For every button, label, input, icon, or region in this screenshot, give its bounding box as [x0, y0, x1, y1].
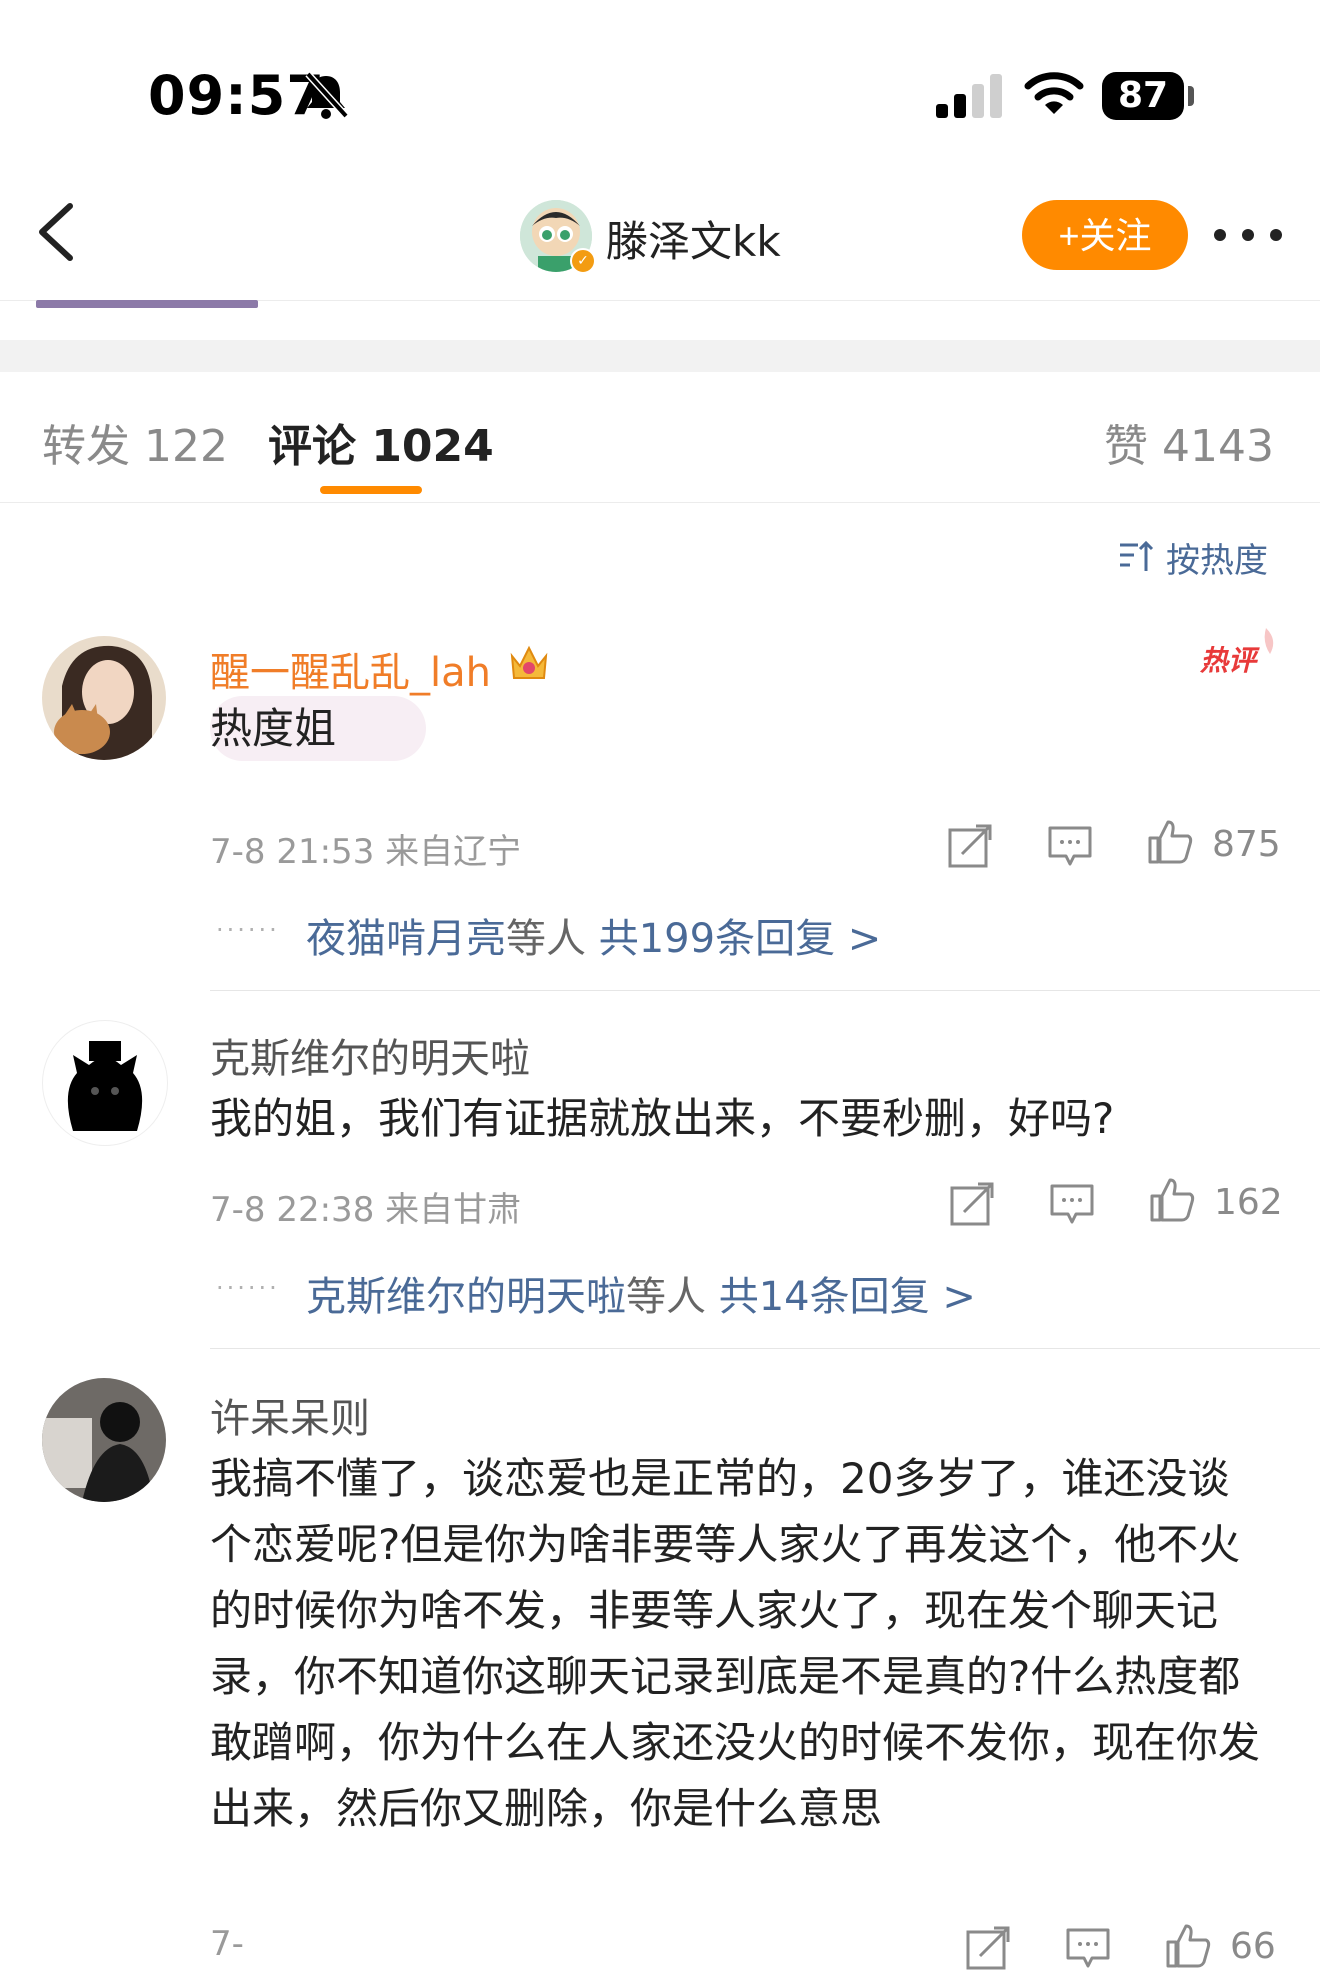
- reply-mid: 等人: [626, 1274, 706, 1320]
- like-count: 66: [1230, 1926, 1276, 1967]
- more-options-icon[interactable]: [1210, 220, 1286, 250]
- repost-icon[interactable]: [964, 1924, 1012, 1972]
- vip-crown-icon: [510, 645, 548, 679]
- author-name[interactable]: 滕泽文kk: [606, 208, 781, 269]
- wifi-icon: [1024, 72, 1084, 114]
- view-replies-link[interactable]: 克斯维尔的明天啦等人 共14条回复 >: [306, 1264, 976, 1322]
- reply-mid: 等人: [506, 916, 586, 962]
- sort-icon: [1120, 540, 1154, 571]
- commenter-avatar[interactable]: [42, 1378, 166, 1502]
- status-time: 09:57: [148, 64, 325, 127]
- active-tab-indicator: [320, 486, 422, 494]
- comment-text: 我搞不懂了，谈恋爱也是正常的，20多岁了，谁还没谈个恋爱呢?但是你为啥非要等人家…: [210, 1454, 1261, 1833]
- post-progress-line: [36, 300, 258, 308]
- hot-badge-text: 热评: [1199, 644, 1260, 677]
- back-arrow-icon[interactable]: [28, 196, 84, 268]
- reply-total: 共14条回复 >: [718, 1274, 976, 1320]
- like-count: 162: [1214, 1182, 1283, 1223]
- comment-separator: [210, 990, 1320, 991]
- repost-icon[interactable]: [948, 1180, 996, 1228]
- like-count: 875: [1212, 824, 1281, 865]
- comment-meta: 7-8 22:38 来自甘肃: [210, 1190, 522, 1230]
- like-icon[interactable]: [1146, 818, 1194, 866]
- comment-meta: 7-8 21:53 来自辽宁: [210, 832, 522, 872]
- battery-indicator: 87: [1102, 72, 1184, 120]
- like-icon[interactable]: [1148, 1176, 1196, 1224]
- tab-likes[interactable]: 赞 4143: [1104, 410, 1274, 474]
- sort-by-heat-button[interactable]: 按热度: [1116, 532, 1268, 582]
- comment-separator: [210, 1348, 1320, 1349]
- reply-total: 共199条回复 >: [598, 916, 882, 962]
- hot-comment-badge-icon: 热评: [1199, 628, 1274, 677]
- reply-dots: ······: [216, 1274, 280, 1302]
- comment-text-bubble: 热度姐: [210, 696, 427, 762]
- repost-icon[interactable]: [946, 822, 994, 870]
- cellular-signal-icon: [936, 74, 1002, 118]
- sort-label: 按热度: [1166, 540, 1268, 581]
- tabs-border: [0, 502, 1320, 503]
- like-icon[interactable]: [1164, 1922, 1212, 1970]
- reply-icon[interactable]: [1064, 1924, 1112, 1972]
- bell-muted-icon: [305, 71, 349, 119]
- section-divider: [0, 340, 1320, 372]
- comment-text: 我的姐，我们有证据就放出来，不要秒删，好吗?: [210, 1094, 1115, 1143]
- reply-users: 克斯维尔的明天啦: [306, 1274, 626, 1320]
- commenter-name[interactable]: 许呆呆则: [210, 1386, 370, 1444]
- reply-icon[interactable]: [1046, 822, 1094, 870]
- battery-tip: [1188, 86, 1194, 106]
- commenter-name[interactable]: 醒一醒乱乱_lah: [210, 640, 491, 698]
- commenter-name[interactable]: 克斯维尔的明天啦: [210, 1026, 530, 1084]
- tab-reposts[interactable]: 转发 122: [42, 410, 228, 474]
- reply-dots: ······: [216, 916, 280, 944]
- comment-meta: 7-: [210, 1924, 244, 1964]
- reply-users: 夜猫啃月亮: [306, 916, 506, 962]
- tab-comments[interactable]: 评论 1024: [268, 410, 494, 474]
- comment-text: 热度姐: [210, 696, 427, 761]
- commenter-avatar[interactable]: [42, 1020, 168, 1146]
- view-replies-link[interactable]: 夜猫啃月亮等人 共199条回复 >: [306, 906, 881, 964]
- reply-icon[interactable]: [1048, 1180, 1096, 1228]
- commenter-avatar[interactable]: [42, 636, 166, 760]
- verified-badge-icon: ✓: [570, 248, 596, 274]
- follow-button[interactable]: +关注: [1022, 200, 1188, 270]
